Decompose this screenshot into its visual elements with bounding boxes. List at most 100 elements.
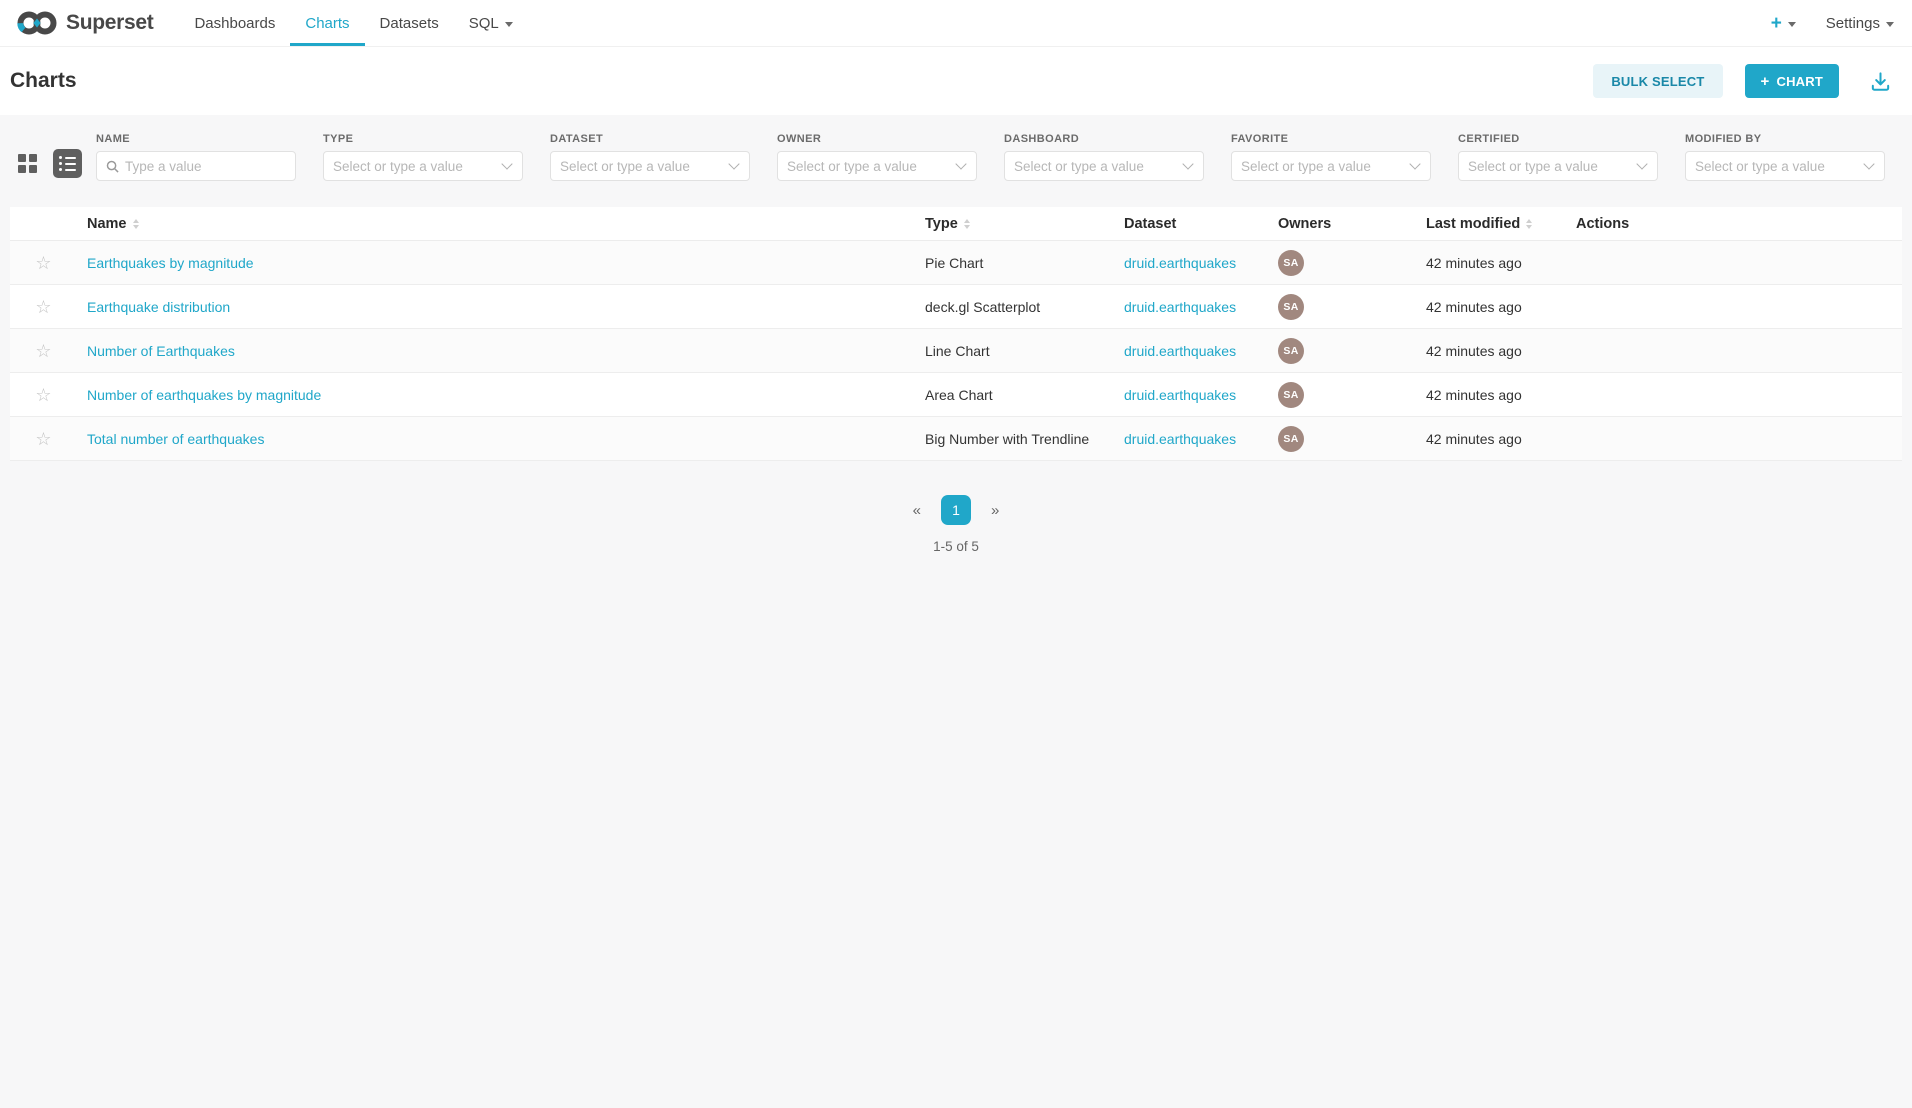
- navbar-right: + Settings: [1771, 0, 1894, 46]
- chevron-down-icon: [1409, 158, 1420, 169]
- filter-owner: OWNER Select or type a value: [777, 133, 977, 181]
- filter-bar: NAME TYPE Select or type a value: [0, 115, 1912, 197]
- dataset-link[interactable]: druid.earthquakes: [1124, 431, 1236, 447]
- dataset-filter-select[interactable]: Select or type a value: [550, 151, 750, 181]
- chart-type: Pie Chart: [915, 255, 1114, 271]
- table-row: ☆ Number of Earthquakes Line Chart druid…: [10, 329, 1902, 373]
- favorite-star-icon[interactable]: ☆: [35, 430, 51, 448]
- add-chart-button[interactable]: + CHART: [1745, 64, 1839, 98]
- bulk-select-button[interactable]: BULK SELECT: [1593, 64, 1722, 98]
- download-icon: [1869, 70, 1892, 93]
- chart-name-link[interactable]: Total number of earthquakes: [87, 431, 264, 447]
- next-page-button[interactable]: »: [991, 502, 999, 519]
- filter-favorite: FAVORITE Select or type a value: [1231, 133, 1431, 181]
- chevron-down-icon: [728, 158, 739, 169]
- column-header-dataset: Dataset: [1114, 216, 1268, 232]
- chart-type: Big Number with Trendline: [915, 431, 1114, 447]
- last-modified: 42 minutes ago: [1416, 431, 1566, 447]
- name-filter-input[interactable]: [125, 159, 286, 174]
- filter-name: NAME: [96, 133, 296, 181]
- column-header-type[interactable]: Type: [915, 216, 1114, 232]
- filter-modified-by: MODIFIED BY Select or type a value: [1685, 133, 1885, 181]
- pagination: « 1 »: [0, 495, 1912, 525]
- nav-item-datasets[interactable]: Datasets: [365, 0, 454, 46]
- owner-avatar: SA: [1278, 426, 1304, 452]
- chart-name-link[interactable]: Number of earthquakes by magnitude: [87, 387, 321, 403]
- chevron-down-icon: [1863, 158, 1874, 169]
- table-row: ☆ Number of earthquakes by magnitude Are…: [10, 373, 1902, 417]
- import-charts-button[interactable]: [1865, 66, 1896, 97]
- column-header-last-modified[interactable]: Last modified: [1416, 216, 1566, 232]
- filters: NAME TYPE Select or type a value: [96, 133, 1885, 181]
- chevron-down-icon: [1886, 22, 1894, 27]
- nav-item-dashboards[interactable]: Dashboards: [179, 0, 290, 46]
- table-row: ☆ Earthquakes by magnitude Pie Chart dru…: [10, 241, 1902, 285]
- sort-icon: [1526, 219, 1532, 229]
- column-header-owners: Owners: [1268, 216, 1416, 232]
- page-1-button[interactable]: 1: [941, 495, 971, 525]
- chart-name-link[interactable]: Earthquake distribution: [87, 299, 230, 315]
- filter-dashboard: DASHBOARD Select or type a value: [1004, 133, 1204, 181]
- charts-list-page: Superset Dashboards Charts Datasets SQL …: [0, 0, 1912, 1108]
- table-row: ☆ Total number of earthquakes Big Number…: [10, 417, 1902, 461]
- chart-type: deck.gl Scatterplot: [915, 299, 1114, 315]
- view-mode-toggles: [18, 149, 82, 178]
- filter-dataset: DATASET Select or type a value: [550, 133, 750, 181]
- chevron-down-icon: [501, 158, 512, 169]
- dashboard-filter-select[interactable]: Select or type a value: [1004, 151, 1204, 181]
- dataset-link[interactable]: druid.earthquakes: [1124, 343, 1236, 359]
- column-header-actions: Actions: [1566, 216, 1902, 232]
- chart-name-link[interactable]: Earthquakes by magnitude: [87, 255, 254, 271]
- chevron-down-icon: [1788, 22, 1796, 27]
- dataset-link[interactable]: druid.earthquakes: [1124, 299, 1236, 315]
- plus-icon: +: [1771, 14, 1782, 33]
- filter-certified: CERTIFIED Select or type a value: [1458, 133, 1658, 181]
- chart-name-link[interactable]: Number of Earthquakes: [87, 343, 235, 359]
- last-modified: 42 minutes ago: [1416, 255, 1566, 271]
- favorite-star-icon[interactable]: ☆: [35, 342, 51, 360]
- sort-icon: [133, 219, 139, 229]
- page-header: Charts BULK SELECT + CHART: [0, 47, 1912, 115]
- favorite-star-icon[interactable]: ☆: [35, 298, 51, 316]
- search-icon: [106, 160, 119, 173]
- chevron-down-icon: [1182, 158, 1193, 169]
- favorite-star-icon[interactable]: ☆: [35, 386, 51, 404]
- favorite-star-icon[interactable]: ☆: [35, 254, 51, 272]
- owner-filter-select[interactable]: Select or type a value: [777, 151, 977, 181]
- chevron-down-icon: [955, 158, 966, 169]
- list-view-toggle[interactable]: [53, 149, 82, 178]
- prev-page-button[interactable]: «: [913, 502, 921, 519]
- sort-icon: [964, 219, 970, 229]
- modified-by-filter-select[interactable]: Select or type a value: [1685, 151, 1885, 181]
- infinity-logo-icon: [16, 9, 58, 37]
- chart-type: Area Chart: [915, 387, 1114, 403]
- certified-filter-select[interactable]: Select or type a value: [1458, 151, 1658, 181]
- new-menu-button[interactable]: +: [1771, 14, 1796, 33]
- column-header-name[interactable]: Name: [77, 216, 915, 232]
- dataset-link[interactable]: druid.earthquakes: [1124, 255, 1236, 271]
- owner-avatar: SA: [1278, 382, 1304, 408]
- chevron-down-icon: [505, 22, 513, 27]
- superset-logo[interactable]: Superset: [16, 0, 153, 46]
- header-actions: BULK SELECT + CHART: [1593, 64, 1896, 98]
- charts-table: Name Type Dataset Owners Last modified A…: [10, 207, 1902, 461]
- chevron-down-icon: [1636, 158, 1647, 169]
- main-nav: Dashboards Charts Datasets SQL: [179, 0, 527, 46]
- last-modified: 42 minutes ago: [1416, 343, 1566, 359]
- owner-avatar: SA: [1278, 338, 1304, 364]
- last-modified: 42 minutes ago: [1416, 387, 1566, 403]
- favorite-filter-select[interactable]: Select or type a value: [1231, 151, 1431, 181]
- table-row: ☆ Earthquake distribution deck.gl Scatte…: [10, 285, 1902, 329]
- owner-avatar: SA: [1278, 294, 1304, 320]
- nav-item-sql[interactable]: SQL: [454, 0, 528, 46]
- plus-icon: +: [1761, 73, 1770, 90]
- nav-item-charts[interactable]: Charts: [290, 0, 364, 46]
- card-view-toggle[interactable]: [18, 154, 37, 173]
- top-navbar: Superset Dashboards Charts Datasets SQL …: [0, 0, 1912, 47]
- last-modified: 42 minutes ago: [1416, 299, 1566, 315]
- type-filter-select[interactable]: Select or type a value: [323, 151, 523, 181]
- list-view-icon: [53, 149, 82, 178]
- grid-view-icon: [18, 154, 37, 173]
- settings-menu-button[interactable]: Settings: [1826, 15, 1894, 32]
- dataset-link[interactable]: druid.earthquakes: [1124, 387, 1236, 403]
